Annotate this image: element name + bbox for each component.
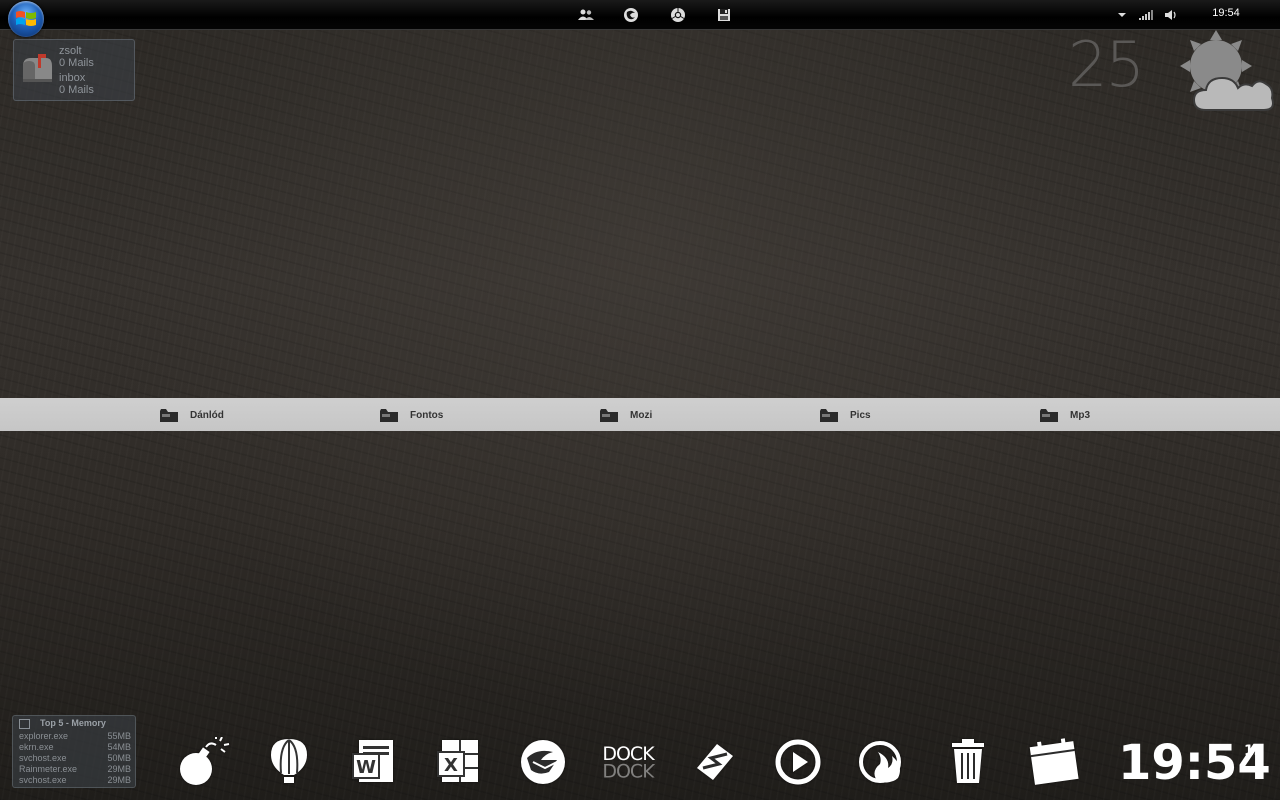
folder-icon [380,408,398,422]
process-row: ekrn.exe 54MB [19,742,131,753]
folder-label: Dánlód [190,409,224,421]
folder-icon [1040,408,1058,422]
process-row: svchost.exe 29MB [19,775,131,786]
process-memory: 54MB [107,742,131,752]
mail-folder-count: 0 Mails [59,84,94,96]
process-row: svchost.exe 50MB [19,753,131,764]
process-memory: 55MB [107,731,131,741]
mail-widget[interactable]: zsolt 0 Mails inbox 0 Mails [13,39,135,101]
process-name: Rainmeter.exe [19,764,78,774]
process-row: explorer.exe 55MB [19,731,131,742]
firefox-icon[interactable] [621,5,641,25]
svg-text:W: W [356,757,376,778]
volume-icon[interactable] [1162,5,1180,25]
chevron-up-icon[interactable] [1116,5,1128,25]
mail-account-count: 0 Mails [59,57,94,69]
save-icon[interactable] [714,5,734,25]
folder-shortcut[interactable]: Mozi [600,407,652,423]
excel-icon[interactable]: X [430,734,486,790]
winamp-icon[interactable] [687,734,743,790]
chrome-icon[interactable] [668,5,688,25]
windows-logo-icon [16,11,36,26]
taskbar: 19:54 [0,0,1280,37]
signal-icon[interactable] [1138,5,1154,25]
process-memory: 29MB [107,764,131,774]
desktop-clock-seconds: 12 [1244,743,1264,759]
media-player-icon[interactable] [770,734,826,790]
process-name: ekrn.exe [19,742,54,752]
folder-shortcut[interactable]: Dánlód [160,407,224,423]
process-name: svchost.exe [19,775,67,785]
corel-balloon-icon[interactable] [261,734,317,790]
process-memory: 29MB [107,775,131,785]
memory-toggle[interactable] [19,719,30,729]
start-button[interactable] [8,1,44,37]
nero-icon[interactable] [856,734,912,790]
bomb-icon[interactable] [176,734,232,790]
svg-text:X: X [444,755,458,776]
memory-title: Top 5 - Memory [40,718,106,728]
memory-widget: Top 5 - Memory explorer.exe 55MB ekrn.ex… [12,715,136,788]
process-name: svchost.exe [19,753,67,763]
thunderbird-icon[interactable] [515,734,571,790]
partly-cloudy-icon [1176,26,1276,119]
folder-label: Mozi [630,409,653,421]
folder-shortcut[interactable]: Mp3 [1040,407,1090,423]
trash-icon[interactable] [940,734,996,790]
word-icon[interactable]: W [345,734,401,790]
temperature: 25 [1068,28,1145,101]
process-row: Rainmeter.exe 29MB [19,764,131,775]
folder-bar: Dánlód Fontos Mozi Pics Mp3 [0,398,1280,431]
taskbar-clock[interactable]: 19:54 [1196,7,1256,19]
dock-label-reflection: DOCK [602,759,654,781]
folder-shortcut[interactable]: Pics [820,407,871,423]
process-name: explorer.exe [19,731,69,741]
folder-icon [820,408,838,422]
folder-icon [600,408,618,422]
mailbox-icon [20,52,54,89]
users-icon[interactable] [576,5,596,25]
folder-label: Fontos [410,409,444,421]
dock-text-icon[interactable]: DOCK DOCK [600,734,656,790]
folder-icon [160,408,178,422]
calendar-icon[interactable] [1026,734,1082,790]
folder-shortcut[interactable]: Fontos [380,407,443,423]
process-memory: 50MB [107,753,131,763]
folder-label: Pics [850,409,871,421]
folder-label: Mp3 [1070,409,1090,421]
